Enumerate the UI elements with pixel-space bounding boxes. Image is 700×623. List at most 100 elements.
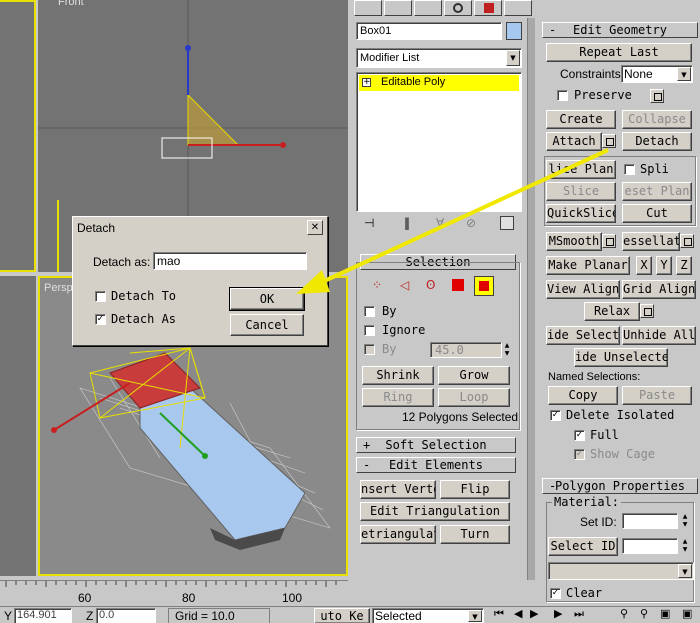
retriangulate-button[interactable]: etriangulat [360,525,436,544]
tessellate-settings-icon[interactable] [680,234,694,248]
turn-button[interactable]: Turn [440,525,510,544]
y-coordinate-field[interactable]: 164.901 [14,608,72,623]
cut-button[interactable]: Cut [622,204,692,223]
chevron-down-icon[interactable]: ▼ [506,50,520,66]
material-name-dropdown[interactable]: ▼ [548,562,694,580]
edit-geometry-rollout-header[interactable]: - Edit Geometry [542,22,698,38]
preserve-uvs-settings-icon[interactable] [650,89,664,103]
configure-sets-icon[interactable] [500,216,514,230]
detach-as-clone-checkbox[interactable]: ✓ [95,314,106,325]
pin-stack-icon[interactable]: ⊣ [364,216,374,230]
hide-unselected-button[interactable]: ide Unselecte [574,348,668,367]
command-panel-scrollbar[interactable] [527,18,535,580]
zoom-extents-icon[interactable]: ▣ [660,607,670,620]
show-end-result-icon[interactable]: ‖ [404,216,410,230]
create-tab-icon[interactable] [354,0,382,16]
delete-isolated-checkbox[interactable]: ✓ [550,410,561,421]
soft-selection-rollout-header[interactable]: + Soft Selection [356,437,516,453]
edit-geometry-rollout: - Edit Geometry Repeat Last Constraints:… [538,18,700,472]
zoom-all-icon[interactable]: ⚲ [640,607,648,620]
zoom-extents-all-icon[interactable]: ▣ [682,607,692,620]
slice-plane-button[interactable]: lice Plan [546,160,616,179]
make-planar-button[interactable]: Make Planar [546,256,630,275]
attach-button[interactable]: Attach [546,132,602,151]
relax-button[interactable]: Relax [584,302,640,321]
repeat-last-button[interactable]: Repeat Last [546,43,692,62]
quickslice-button[interactable]: QuickSlice [546,204,616,223]
detach-to-element-checkbox[interactable] [95,291,106,302]
select-id-spinner[interactable] [622,538,678,554]
remove-modifier-icon[interactable]: ⊘ [466,216,476,230]
msmooth-settings-icon[interactable] [602,234,616,248]
create-button[interactable]: Create [546,110,616,129]
tessellate-button[interactable]: essellat [622,232,680,251]
planarize-y-button[interactable]: Y [656,256,672,275]
object-color-swatch[interactable] [506,22,522,40]
close-icon[interactable]: ✕ [307,220,323,235]
select-id-button[interactable]: Select ID [548,537,618,556]
paste-button[interactable]: Paste [622,386,692,405]
ok-button[interactable]: OK [230,288,304,310]
motion-tab-icon[interactable] [444,0,472,16]
attach-settings-icon[interactable] [602,134,616,148]
clear-selection-checkbox[interactable]: ✓ [550,588,561,599]
make-unique-icon[interactable]: ∀ [436,216,444,230]
show-cage-checkbox[interactable]: ✓ [574,449,585,460]
polygon-properties-rollout-header[interactable]: - Polygon Properties [542,478,698,494]
viewport-bottom-left[interactable] [0,276,36,576]
reset-plane-button[interactable]: eset Plan [622,182,692,201]
chevron-down-icon[interactable]: ▼ [677,67,691,81]
modifier-list-dropdown[interactable]: Modifier List ▼ [356,48,522,68]
hide-selected-button[interactable]: ide Selecte [546,326,620,345]
zoom-icon[interactable]: ⚲ [620,607,628,620]
collapse-button[interactable]: Collapse [622,110,692,129]
planarize-z-button[interactable]: Z [676,256,692,275]
detach-as-clone-label: Detach As [111,312,177,326]
modify-tab-icon[interactable] [384,0,412,16]
chevron-down-icon[interactable]: ▼ [678,564,692,578]
ruler-ticks [5,581,337,587]
hierarchy-tab-icon[interactable] [414,0,442,16]
constraints-dropdown[interactable]: None ▼ [621,65,693,83]
relax-settings-icon[interactable] [640,304,654,318]
stack-item-editable-poly[interactable]: + Editable Poly [359,75,519,91]
split-checkbox[interactable] [624,164,635,175]
slice-button[interactable]: Slice [546,182,616,201]
set-id-spinner[interactable] [622,513,678,529]
cancel-button[interactable]: Cancel [230,314,304,336]
copy-button[interactable]: Copy [548,386,618,405]
display-tab-icon[interactable] [474,0,502,16]
edit-elements-rollout-header[interactable]: - Edit Elements [356,457,516,473]
viewport-top-left[interactable] [0,0,36,272]
planarize-x-button[interactable]: X [636,256,652,275]
next-frame-icon[interactable]: ▶ [554,607,562,620]
detach-button[interactable]: Detach [622,132,692,151]
z-coordinate-field[interactable]: 0.0 [96,608,156,623]
full-interactivity-checkbox[interactable]: ✓ [574,430,585,441]
key-filter-dropdown[interactable]: Selected ▼ [372,608,484,623]
utilities-tab-icon[interactable] [504,0,532,16]
set-id-spinner-arrows[interactable]: ▲ ▼ [680,513,690,529]
expand-icon[interactable]: + [362,78,371,87]
go-to-end-icon[interactable]: ⏭ [574,607,584,621]
timeline-ruler[interactable]: 60 80 100 [0,580,348,606]
chevron-down-icon[interactable]: ▼ [468,610,482,622]
modifier-stack[interactable]: + Editable Poly [356,72,522,212]
previous-frame-icon[interactable]: ◀ [514,607,522,620]
go-to-start-icon[interactable]: ⏮ [494,607,504,621]
view-align-button[interactable]: View Align [546,280,620,299]
preserve-uvs-checkbox[interactable] [557,90,568,101]
msmooth-button[interactable]: MSmooth [546,232,602,251]
grid-align-button[interactable]: Grid Align [622,280,696,299]
unhide-all-button[interactable]: Unhide All [622,326,696,345]
select-id-spinner-arrows[interactable]: ▲ ▼ [680,538,690,554]
play-icon[interactable]: ▶ [530,607,538,620]
edit-triangulation-button[interactable]: Edit Triangulation [360,502,510,521]
auto-key-button[interactable]: uto Ke [314,608,370,623]
constraints-label: Constraints: [560,67,625,81]
dialog-title-bar[interactable]: Detach ✕ [75,219,325,237]
detach-as-input[interactable]: mao [153,252,307,270]
flip-button[interactable]: Flip [440,480,510,499]
insert-vertex-button[interactable]: nsert Verte [360,480,436,499]
object-name-field[interactable]: Box01 [356,22,502,40]
